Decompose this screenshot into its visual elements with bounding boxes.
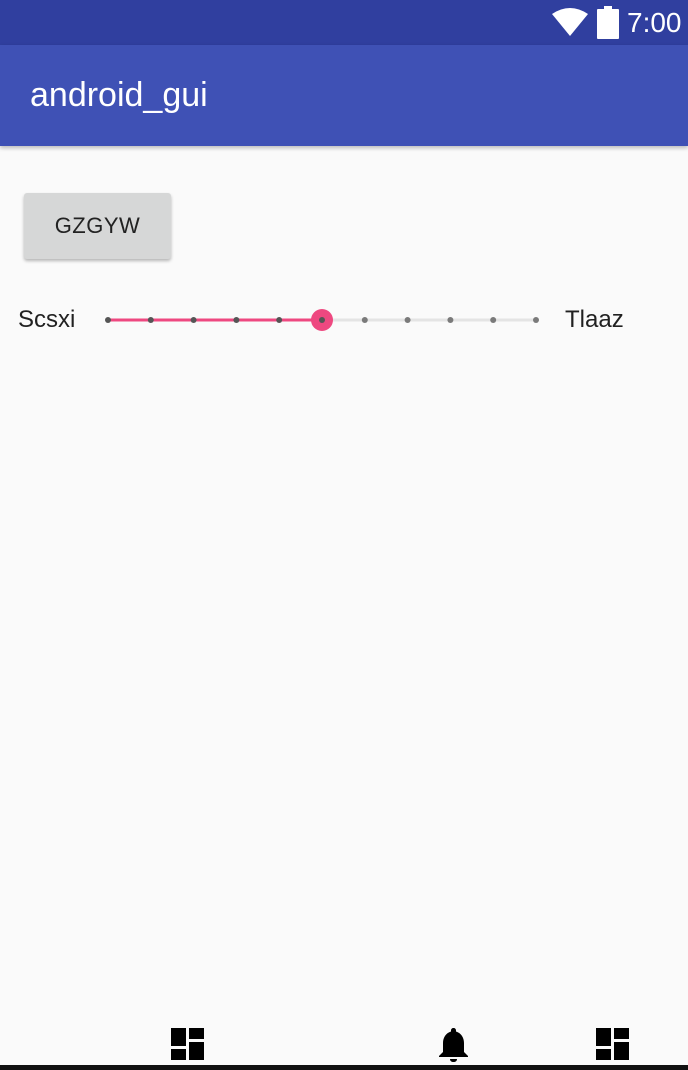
battery-icon	[597, 6, 619, 44]
nav-bar-bottom-edge	[0, 1065, 688, 1070]
status-bar: 7:00	[0, 0, 688, 45]
dashboard-icon[interactable]	[596, 1028, 629, 1065]
seekbar-left-label: Scsxi	[18, 306, 76, 333]
dashboard-icon[interactable]	[171, 1028, 204, 1065]
seekbar-tick	[361, 317, 368, 323]
seekbar-tick	[447, 317, 454, 323]
seekbar-tick	[276, 317, 283, 323]
gzgyw-button[interactable]: GZGYW	[24, 193, 171, 259]
wifi-icon	[552, 8, 588, 41]
bell-icon[interactable]	[438, 1028, 469, 1067]
seekbar-tick	[190, 317, 197, 323]
main-content: GZGYW Scsxi Tlaaz	[0, 146, 688, 1036]
seekbar-right-label: Tlaaz	[565, 306, 624, 333]
app-bar: android_gui	[0, 45, 688, 146]
seekbar-tick	[147, 317, 154, 323]
navigation-bar	[0, 1020, 688, 1070]
seekbar-thumb-tick	[319, 317, 325, 323]
seekbar-graphic	[105, 309, 539, 331]
seekbar-tick	[404, 317, 411, 323]
seekbar-tick	[233, 317, 240, 323]
seekbar-tick	[533, 317, 539, 323]
status-time: 7:00	[627, 7, 682, 38]
seekbar-tick	[490, 317, 497, 323]
discrete-seekbar[interactable]	[100, 302, 545, 338]
app-title: android_gui	[30, 76, 208, 114]
seekbar-tick	[105, 317, 111, 323]
